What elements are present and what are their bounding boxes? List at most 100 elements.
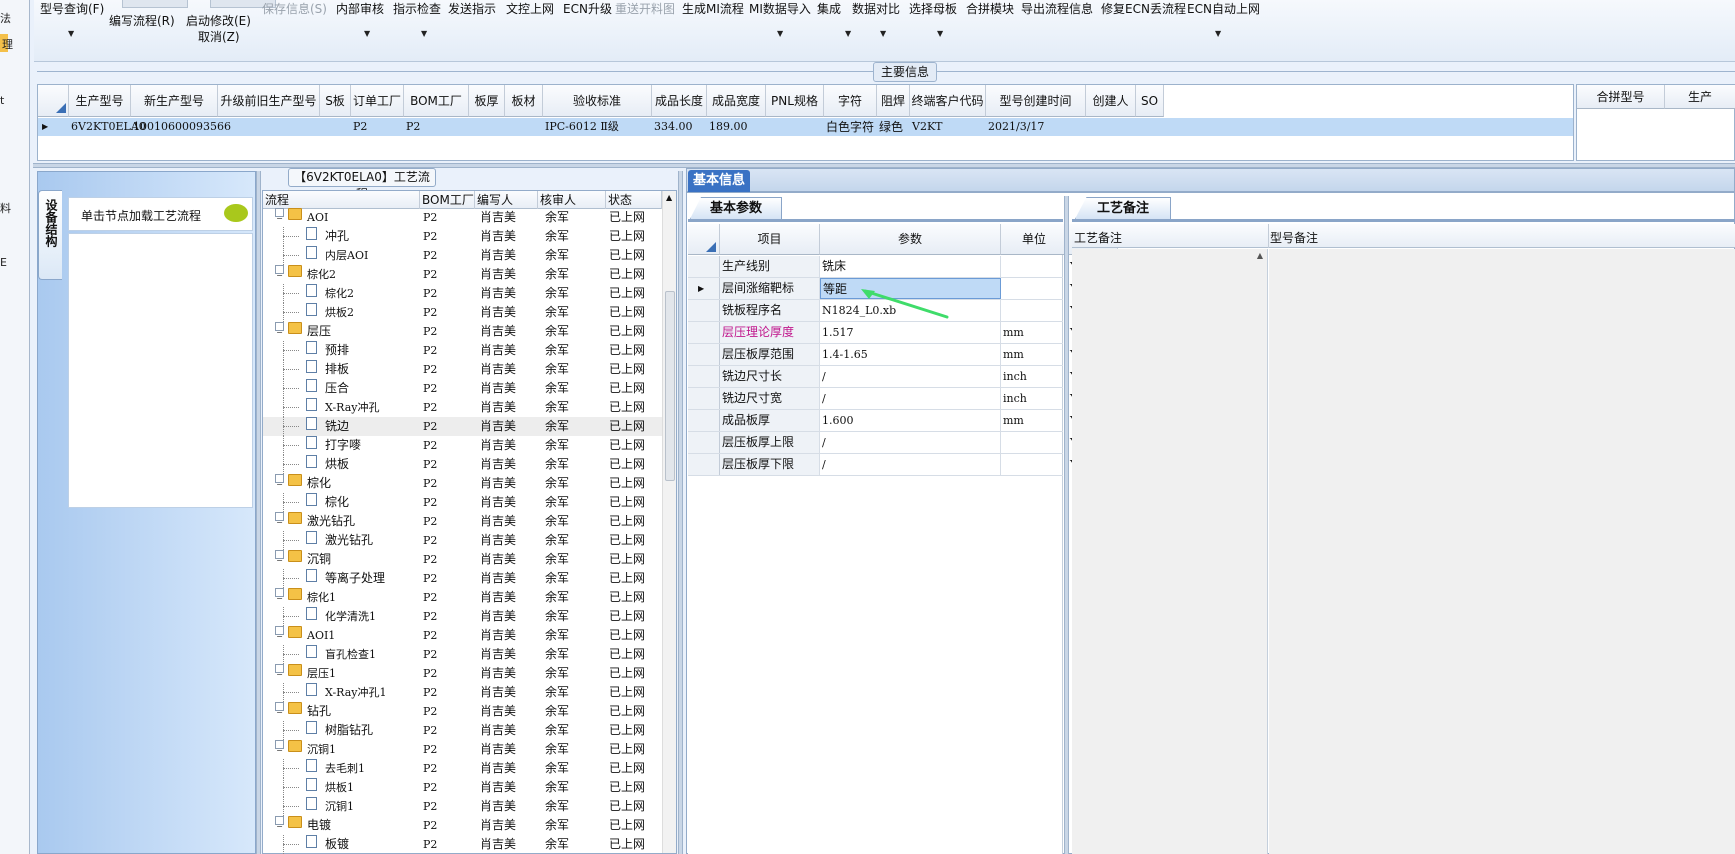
flow-tree-row[interactable]: 盲孔检查1 P2 肖吉美 余军 已上网 xyxy=(263,645,663,664)
flow-tree-row[interactable]: 板镀 P2 肖吉美 余军 已上网 xyxy=(263,835,663,854)
column-header[interactable]: 验收标准 xyxy=(543,85,652,117)
toolbar-button[interactable]: 编写流程(R) xyxy=(109,12,175,29)
dropdown-caret-icon[interactable]: ▼ xyxy=(937,29,943,38)
row-header[interactable] xyxy=(688,366,720,387)
flow-tree-row[interactable]: 排板 P2 肖吉美 余军 已上网 xyxy=(263,360,663,379)
collapse-toggle-icon[interactable]: − xyxy=(275,512,284,527)
flow-column-header[interactable]: 流程 xyxy=(263,191,420,209)
flow-tree-row[interactable]: − 棕化2 P2 肖吉美 余军 已上网 xyxy=(263,265,663,284)
column-header[interactable]: 订单工厂 xyxy=(351,85,404,117)
param-row[interactable]: 层压板厚下限/Y xyxy=(688,454,1118,476)
merge-column-header[interactable]: 合拼型号 xyxy=(1577,85,1665,109)
left-nav-item[interactable]: 理 xyxy=(2,36,32,52)
collapse-toggle-icon[interactable]: − xyxy=(275,702,284,717)
flow-tree-row[interactable]: − AOI P2 肖吉美 余军 已上网 xyxy=(263,208,663,227)
toolbar-button[interactable]: 内部审核 xyxy=(336,0,384,17)
dropdown-caret-icon[interactable]: ▼ xyxy=(68,29,74,38)
collapse-toggle-icon[interactable]: − xyxy=(275,322,284,337)
flow-tree-row[interactable]: − AOI1 P2 肖吉美 余军 已上网 xyxy=(263,626,663,645)
column-header[interactable]: PNL规格 xyxy=(766,85,824,117)
row-header[interactable] xyxy=(688,322,720,343)
column-header[interactable]: 成品宽度 xyxy=(707,85,766,117)
param-row[interactable]: 生产线别铣床Y xyxy=(688,256,1118,278)
param-value[interactable]: 1.600 xyxy=(820,410,1001,431)
dropdown-caret-icon[interactable]: ▼ xyxy=(845,29,851,38)
column-header[interactable]: 生产型号 xyxy=(69,85,131,117)
flow-tree-row[interactable]: 去毛刺1 P2 肖吉美 余军 已上网 xyxy=(263,759,663,778)
collapse-toggle-icon[interactable]: − xyxy=(275,588,284,603)
column-header[interactable]: S板 xyxy=(320,85,351,117)
flow-tree-row[interactable]: 棕化 P2 肖吉美 余军 已上网 xyxy=(263,493,663,512)
param-row[interactable]: 层压理论厚度1.517mmY xyxy=(688,322,1118,344)
flow-tree-row[interactable]: 压合 P2 肖吉美 余军 已上网 xyxy=(263,379,663,398)
table-cell[interactable]: 10010600093566 xyxy=(133,118,231,136)
flow-tree-row[interactable]: − 沉铜 P2 肖吉美 余军 已上网 xyxy=(263,550,663,569)
flow-tree-row[interactable]: X-Ray冲孔 P2 肖吉美 余军 已上网 xyxy=(263,398,663,417)
column-header[interactable]: 新生产型号 xyxy=(131,85,218,117)
collapse-toggle-icon[interactable]: − xyxy=(275,626,284,641)
toolbar-button[interactable]: 指示检查 xyxy=(393,0,441,17)
flow-tree-row[interactable]: − 层压1 P2 肖吉美 余军 已上网 xyxy=(263,664,663,683)
flow-tree-row[interactable]: 化学清洗1 P2 肖吉美 余军 已上网 xyxy=(263,607,663,626)
param-row[interactable]: 铣边尺寸长/inchY xyxy=(688,366,1118,388)
collapse-toggle-icon[interactable]: − xyxy=(275,664,284,679)
flow-tree-row[interactable]: 预排 P2 肖吉美 余军 已上网 xyxy=(263,341,663,360)
collapse-toggle-icon[interactable]: − xyxy=(275,208,284,223)
column-header[interactable]: SO xyxy=(1136,85,1164,117)
column-header[interactable]: 升级前旧生产型号 xyxy=(218,85,320,117)
flow-tree-row[interactable]: X-Ray冲孔1 P2 肖吉美 余军 已上网 xyxy=(263,683,663,702)
equipment-structure-tab[interactable]: 设备结构 xyxy=(38,190,62,280)
left-vertical-splitter[interactable] xyxy=(256,171,261,854)
flow-tree-row[interactable]: − 激光钻孔 P2 肖吉美 余军 已上网 xyxy=(263,512,663,531)
toolbar-button[interactable]: 启动修改(E) xyxy=(186,12,251,29)
merge-column-header[interactable]: 生产 xyxy=(1665,85,1735,109)
toolbar-button[interactable]: ECN自动上网 xyxy=(1187,0,1260,17)
flow-scrollbar[interactable]: ▲ xyxy=(662,191,676,853)
row-header[interactable] xyxy=(688,300,720,321)
flow-tree-row[interactable]: 树脂钻孔 P2 肖吉美 余军 已上网 xyxy=(263,721,663,740)
side-panel-header[interactable]: 单击节点加载工艺流程 xyxy=(68,197,253,231)
left-nav-item[interactable]: E xyxy=(0,256,30,269)
flow-tree-row[interactable]: 棕化2 P2 肖吉美 余军 已上网 xyxy=(263,284,663,303)
flow-tree-row[interactable]: 烘板 P2 肖吉美 余军 已上网 xyxy=(263,455,663,474)
left-nav-item[interactable]: 法 xyxy=(0,10,30,26)
flow-tree-row[interactable]: 铣边 P2 肖吉美 余军 已上网 xyxy=(263,417,663,436)
column-header[interactable]: 成品长度 xyxy=(652,85,707,117)
dropdown-caret-icon[interactable]: ▼ xyxy=(1215,29,1221,38)
toolbar-button[interactable]: 文控上网 xyxy=(506,0,554,17)
row-header[interactable] xyxy=(688,344,720,365)
toolbar-button[interactable]: 取消(Z) xyxy=(198,28,240,45)
dropdown-caret-icon[interactable]: ▼ xyxy=(421,29,427,38)
flow-column-header[interactable]: 编写人 xyxy=(475,191,538,209)
row-header[interactable] xyxy=(688,410,720,431)
basic-info-tab[interactable]: 基本信息 xyxy=(688,170,750,192)
table-cell[interactable]: 白色字符 xyxy=(826,118,874,136)
toolbar-button[interactable]: 合拼模块 xyxy=(966,0,1014,17)
flow-tree-row[interactable]: 等离子处理 P2 肖吉美 余军 已上网 xyxy=(263,569,663,588)
toolbar-button[interactable]: ECN升级 xyxy=(563,0,612,17)
param-value[interactable]: / xyxy=(820,388,1001,409)
flow-tree-row[interactable]: 烘板1 P2 肖吉美 余军 已上网 xyxy=(263,778,663,797)
column-header[interactable]: 创建人 xyxy=(1086,85,1136,117)
column-header[interactable]: 型号创建时间 xyxy=(986,85,1086,117)
flow-tree-row[interactable]: 激光钻孔 P2 肖吉美 余军 已上网 xyxy=(263,531,663,550)
dropdown-caret-icon[interactable]: ▼ xyxy=(880,29,886,38)
process-remarks-tab[interactable]: 工艺备注 xyxy=(1075,197,1171,219)
flow-column-header[interactable]: 核审人 xyxy=(538,191,606,209)
collapse-toggle-icon[interactable]: − xyxy=(275,550,284,565)
row-header[interactable] xyxy=(688,454,720,475)
process-remarks-field[interactable]: ▲ xyxy=(1072,249,1268,854)
toolbar-button[interactable]: 修复ECN丢流程 xyxy=(1101,0,1186,17)
table-cell[interactable]: V2KT xyxy=(912,118,943,136)
param-value[interactable]: 铣床 xyxy=(820,256,1001,277)
table-cell[interactable]: P2 xyxy=(406,118,420,136)
row-header[interactable] xyxy=(688,432,720,453)
param-row[interactable]: 铣边尺寸宽/inchY xyxy=(688,388,1118,410)
toolbar-button[interactable]: 选择母板 xyxy=(909,0,957,17)
left-nav-item[interactable]: 料 xyxy=(0,200,30,216)
flow-tree-row[interactable]: 内层AOI P2 肖吉美 余军 已上网 xyxy=(263,246,663,265)
table-cell[interactable]: 334.00 xyxy=(654,118,693,136)
collapse-toggle-icon[interactable]: − xyxy=(275,816,284,831)
column-header[interactable]: 板材 xyxy=(505,85,543,117)
flow-tree-row[interactable]: − 钻孔 P2 肖吉美 余军 已上网 xyxy=(263,702,663,721)
